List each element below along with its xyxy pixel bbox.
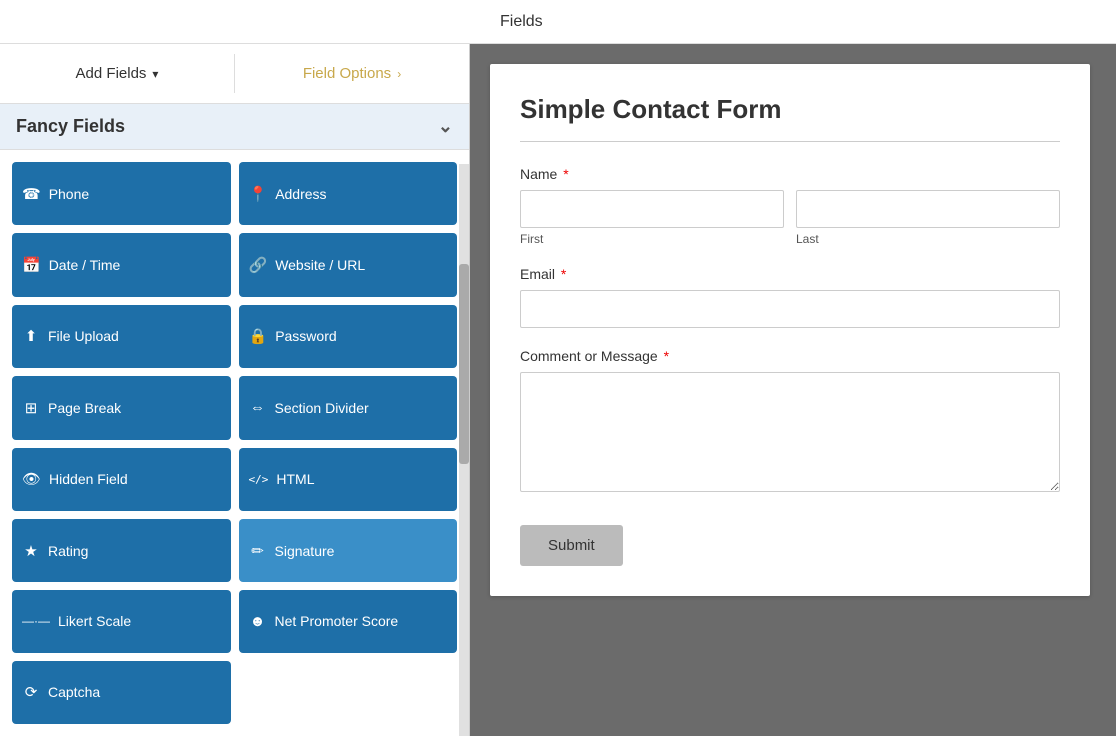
name-first-input[interactable] <box>520 190 784 228</box>
field-btn-date-time-label: Date / Time <box>49 257 121 273</box>
name-field: Name * First Last <box>520 166 1060 246</box>
captcha-icon: ⟳ <box>22 683 40 701</box>
field-btn-phone-label: Phone <box>49 186 89 202</box>
star-icon: ★ <box>22 542 40 560</box>
name-label: Name * <box>520 166 1060 182</box>
field-btn-file-upload-label: File Upload <box>48 328 119 344</box>
field-btn-signature-label: Signature <box>275 543 335 559</box>
form-title: Simple Contact Form <box>520 94 1060 125</box>
name-first-sublabel: First <box>520 232 784 246</box>
tab-field-options[interactable]: Field Options › <box>235 44 469 103</box>
field-btn-hidden-field-label: Hidden Field <box>49 471 128 487</box>
fields-grid: ☎ Phone 📍 Address 📅 Date / Time 🔗 Websit… <box>0 150 469 736</box>
field-btn-hidden-field[interactable]: 👁 Hidden Field <box>12 448 231 511</box>
upload-icon: ⬆ <box>22 327 40 345</box>
field-btn-section-divider-label: Section Divider <box>275 400 369 416</box>
field-btn-section-divider[interactable]: ⇔ Section Divider <box>239 376 458 439</box>
field-btn-page-break-label: Page Break <box>48 400 121 416</box>
field-btn-likert-scale-label: Likert Scale <box>58 613 131 629</box>
field-btn-html-label: HTML <box>276 471 314 487</box>
email-required-marker: * <box>557 266 566 282</box>
name-row: First Last <box>520 190 1060 246</box>
field-btn-password-label: Password <box>275 328 336 344</box>
name-last-input[interactable] <box>796 190 1060 228</box>
tab-bar: Add Fields ▾ Field Options › <box>0 44 469 104</box>
name-last-sublabel: Last <box>796 232 1060 246</box>
field-btn-captcha[interactable]: ⟳ Captcha <box>12 661 231 724</box>
html-icon: </> <box>249 473 269 486</box>
comment-label: Comment or Message * <box>520 348 1060 364</box>
left-panel: Add Fields ▾ Field Options › Fancy Field… <box>0 44 470 736</box>
email-label: Email * <box>520 266 1060 282</box>
field-btn-net-promoter-score-label: Net Promoter Score <box>275 613 399 629</box>
scrollbar-thumb[interactable] <box>459 264 469 464</box>
field-btn-rating[interactable]: ★ Rating <box>12 519 231 582</box>
tab-field-options-label: Field Options <box>303 65 391 82</box>
chevron-down-icon: ▾ <box>152 67 158 81</box>
field-btn-likert-scale[interactable]: —·— Likert Scale <box>12 590 231 652</box>
email-input[interactable] <box>520 290 1060 328</box>
fancy-fields-label: Fancy Fields <box>16 116 125 137</box>
nps-icon: ☻ <box>249 613 267 630</box>
comment-required-marker: * <box>660 348 669 364</box>
tab-add-fields[interactable]: Add Fields ▾ <box>0 44 234 103</box>
phone-icon: ☎ <box>22 185 41 203</box>
field-btn-captcha-label: Captcha <box>48 684 100 700</box>
tab-add-fields-label: Add Fields <box>76 65 147 82</box>
field-btn-net-promoter-score[interactable]: ☻ Net Promoter Score <box>239 590 458 652</box>
right-panel: Simple Contact Form Name * First Last <box>470 44 1116 736</box>
chevron-right-icon: › <box>397 67 401 81</box>
lock-icon: 🔒 <box>249 327 268 345</box>
field-btn-address[interactable]: 📍 Address <box>239 162 458 225</box>
field-btn-date-time[interactable]: 📅 Date / Time <box>12 233 231 296</box>
hidden-icon: 👁 <box>22 470 41 488</box>
name-first-col: First <box>520 190 784 246</box>
name-last-col: Last <box>796 190 1060 246</box>
field-btn-signature[interactable]: ✏ Signature <box>239 519 458 582</box>
section-collapse-icon: ⌄ <box>438 116 453 137</box>
fancy-fields-section-header[interactable]: Fancy Fields ⌄ <box>0 104 469 150</box>
field-btn-html[interactable]: </> HTML <box>239 448 458 511</box>
page-break-icon: ⊞ <box>22 399 40 417</box>
link-icon: 🔗 <box>249 256 268 274</box>
form-container: Simple Contact Form Name * First Last <box>490 64 1090 596</box>
page-title: Fields <box>500 13 543 31</box>
name-required-marker: * <box>559 166 568 182</box>
comment-textarea[interactable] <box>520 372 1060 492</box>
pencil-icon: ✏ <box>249 542 267 560</box>
field-btn-phone[interactable]: ☎ Phone <box>12 162 231 225</box>
field-btn-website-url[interactable]: 🔗 Website / URL <box>239 233 458 296</box>
form-divider <box>520 141 1060 142</box>
main-layout: Add Fields ▾ Field Options › Fancy Field… <box>0 44 1116 736</box>
top-bar: Fields <box>0 0 1116 44</box>
comment-field: Comment or Message * <box>520 348 1060 497</box>
address-icon: 📍 <box>249 185 268 203</box>
email-field: Email * <box>520 266 1060 328</box>
calendar-icon: 📅 <box>22 256 41 274</box>
submit-button[interactable]: Submit <box>520 525 623 566</box>
likert-icon: —·— <box>22 614 50 628</box>
field-btn-file-upload[interactable]: ⬆ File Upload <box>12 305 231 368</box>
field-btn-address-label: Address <box>275 186 326 202</box>
section-divider-icon: ⇔ <box>249 399 267 416</box>
field-btn-page-break[interactable]: ⊞ Page Break <box>12 376 231 439</box>
field-btn-website-url-label: Website / URL <box>275 257 365 273</box>
field-btn-rating-label: Rating <box>48 543 88 559</box>
field-btn-password[interactable]: 🔒 Password <box>239 305 458 368</box>
scrollbar-track <box>459 164 469 736</box>
